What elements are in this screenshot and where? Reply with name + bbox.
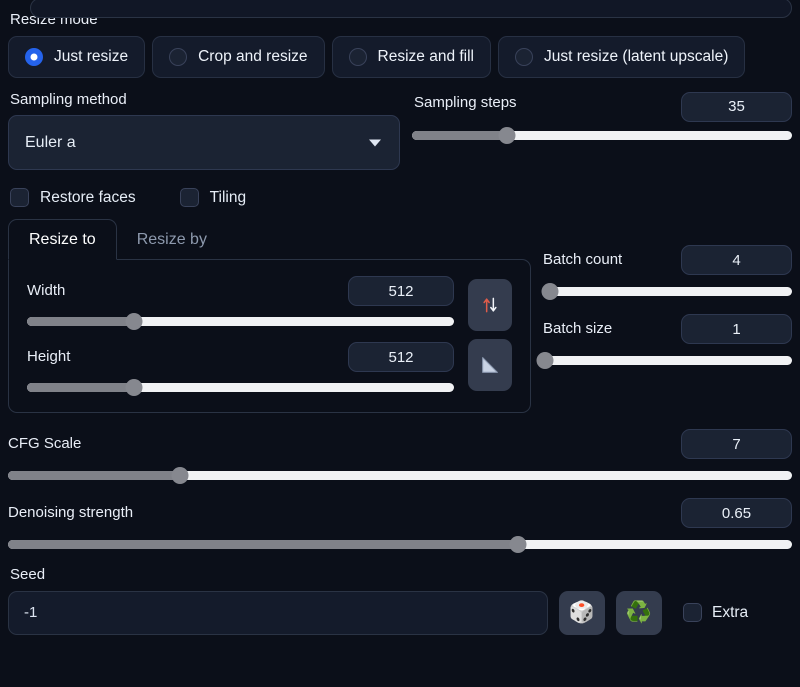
resize-mode-option-label: Just resize (latent upscale): [544, 48, 728, 66]
restore-faces-checkbox[interactable]: Restore faces: [10, 188, 136, 207]
batch-size-slider[interactable]: [543, 353, 792, 367]
cutoff-panel-top: [30, 0, 792, 18]
radio-icon: [349, 48, 367, 66]
swap-dimensions-button[interactable]: [468, 279, 512, 331]
cfg-scale-slider[interactable]: [8, 468, 792, 482]
seed-control: Seed -1 🎲 ♻️ Extra: [8, 567, 792, 635]
tab-resize-to[interactable]: Resize to: [8, 219, 117, 260]
batch-count-control: Batch count 4: [543, 245, 792, 298]
recycle-icon: ♻️: [626, 601, 652, 625]
tab-resize-by[interactable]: Resize by: [117, 220, 227, 259]
batch-size-label: Batch size: [543, 321, 612, 338]
slider-fill: [27, 383, 134, 392]
slider-track: [543, 356, 792, 365]
extra-label: Extra: [712, 604, 748, 622]
cfg-scale-input[interactable]: 7: [681, 429, 792, 459]
height-control: Height 512: [27, 342, 454, 394]
slider-fill: [8, 540, 518, 549]
slider-fill: [27, 317, 134, 326]
width-slider[interactable]: [27, 314, 454, 328]
batch-size-input[interactable]: 1: [681, 314, 792, 344]
sampling-steps-input[interactable]: 35: [681, 92, 792, 122]
cfg-scale-label: CFG Scale: [8, 436, 81, 453]
tiling-checkbox[interactable]: Tiling: [180, 188, 246, 207]
batch-count-label: Batch count: [543, 252, 622, 269]
width-control: Width 512: [27, 276, 454, 328]
slider-thumb[interactable]: [172, 467, 189, 484]
extra-seed-checkbox[interactable]: Extra: [683, 603, 748, 622]
detect-size-button[interactable]: [468, 339, 512, 391]
tiling-label: Tiling: [210, 189, 246, 207]
restore-faces-label: Restore faces: [40, 189, 136, 207]
checkbox-icon: [180, 188, 199, 207]
slider-fill: [412, 131, 507, 140]
resize-mode-option-latent-upscale[interactable]: Just resize (latent upscale): [498, 36, 745, 78]
height-label: Height: [27, 349, 70, 366]
resize-mode-option-label: Resize and fill: [378, 48, 475, 66]
denoising-strength-slider[interactable]: [8, 537, 792, 551]
width-label: Width: [27, 283, 65, 300]
width-input[interactable]: 512: [348, 276, 454, 306]
checkbox-icon: [683, 603, 702, 622]
slider-thumb[interactable]: [125, 313, 142, 330]
resize-mode-option-label: Crop and resize: [198, 48, 307, 66]
denoising-strength-label: Denoising strength: [8, 505, 133, 522]
resize-to-panel: Width 512 Height: [8, 259, 531, 413]
sampling-method-dropdown[interactable]: Euler a: [8, 115, 400, 170]
toggles-row: Restore faces Tiling: [10, 188, 792, 207]
slider-thumb[interactable]: [499, 127, 516, 144]
slider-thumb[interactable]: [125, 379, 142, 396]
denoising-strength-control: Denoising strength 0.65: [8, 498, 792, 551]
slider-thumb[interactable]: [542, 283, 559, 300]
resize-mode-option-label: Just resize: [54, 48, 128, 66]
radio-icon: [515, 48, 533, 66]
resize-tabs: Resize to Resize by: [8, 219, 531, 259]
img2img-settings-panel: Resize mode Just resize Crop and resize …: [0, 12, 800, 635]
resize-mode-radio-group: Just resize Crop and resize Resize and f…: [8, 36, 792, 78]
height-slider[interactable]: [27, 380, 454, 394]
checkbox-icon: [10, 188, 29, 207]
resize-mode-option-crop-and-resize[interactable]: Crop and resize: [152, 36, 324, 78]
swap-vertical-icon: [480, 295, 500, 315]
slider-thumb[interactable]: [537, 352, 554, 369]
sampling-steps-label: Sampling steps: [414, 95, 517, 112]
seed-input[interactable]: -1: [8, 591, 548, 635]
seed-label: Seed: [10, 567, 792, 584]
sampling-method-label: Sampling method: [10, 92, 400, 109]
radio-icon: [25, 48, 43, 66]
slider-track: [543, 287, 792, 296]
chevron-down-icon: [369, 139, 381, 146]
batch-count-input[interactable]: 4: [681, 245, 792, 275]
batch-count-slider[interactable]: [543, 284, 792, 298]
triangle-ruler-icon: [479, 354, 501, 376]
radio-icon: [169, 48, 187, 66]
dice-icon: 🎲: [569, 601, 595, 625]
resize-mode-option-resize-and-fill[interactable]: Resize and fill: [332, 36, 492, 78]
reuse-seed-button[interactable]: ♻️: [616, 591, 662, 635]
slider-fill: [8, 471, 180, 480]
batch-size-control: Batch size 1: [543, 314, 792, 367]
randomize-seed-button[interactable]: 🎲: [559, 591, 605, 635]
resize-mode-option-just-resize[interactable]: Just resize: [8, 36, 145, 78]
slider-thumb[interactable]: [509, 536, 526, 553]
denoising-strength-input[interactable]: 0.65: [681, 498, 792, 528]
cfg-scale-control: CFG Scale 7: [8, 429, 792, 482]
sampling-method-value: Euler a: [25, 134, 76, 152]
height-input[interactable]: 512: [348, 342, 454, 372]
sampling-steps-slider[interactable]: [412, 129, 792, 143]
